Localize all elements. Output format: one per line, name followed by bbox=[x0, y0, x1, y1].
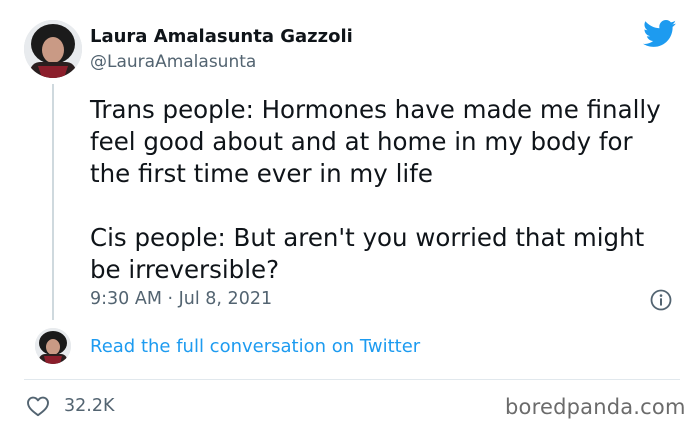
divider bbox=[24, 379, 680, 380]
heart-icon[interactable] bbox=[26, 395, 50, 417]
info-icon[interactable] bbox=[650, 289, 672, 311]
twitter-bird-icon[interactable] bbox=[643, 20, 677, 48]
avatar-photo bbox=[24, 20, 82, 78]
read-full-conversation-link[interactable]: Read the full conversation on Twitter bbox=[90, 336, 420, 357]
tweet-paragraph: Cis people: But aren't you worried that … bbox=[90, 223, 645, 284]
author-name[interactable]: Laura Amalasunta Gazzoli bbox=[90, 26, 353, 47]
avatar-photo bbox=[35, 328, 71, 364]
like-count: 32.2K bbox=[64, 396, 115, 416]
tweet-paragraph: Trans people: Hormones have made me fina… bbox=[90, 95, 661, 188]
author-handle[interactable]: @LauraAmalasunta bbox=[90, 52, 256, 72]
tweet-timestamp[interactable]: 9:30 AM · Jul 8, 2021 bbox=[90, 289, 272, 309]
thread-connector-line bbox=[52, 84, 54, 320]
author-avatar-small[interactable] bbox=[35, 328, 71, 364]
watermark: boredpanda.com bbox=[505, 395, 686, 419]
author-avatar[interactable] bbox=[24, 20, 82, 78]
tweet-text: Trans people: Hormones have made me fina… bbox=[90, 94, 680, 286]
